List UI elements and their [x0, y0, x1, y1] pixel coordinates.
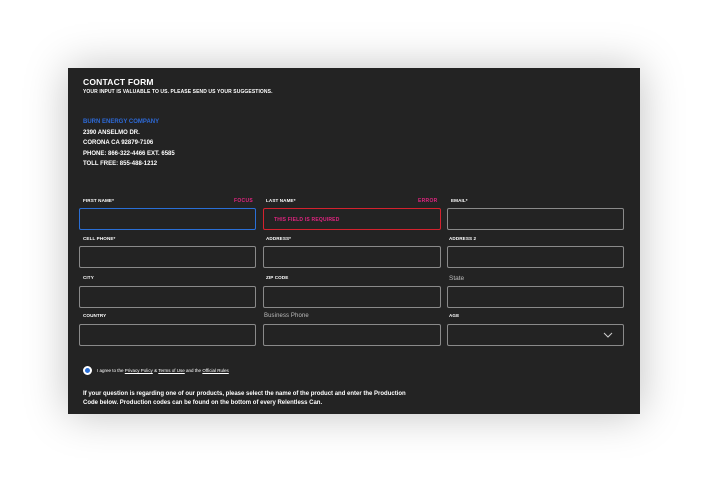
agree-checkbox[interactable] [83, 366, 92, 375]
cell-phone-label: CELL PHONE* [83, 236, 116, 241]
product-code-note: If your question is regarding one of our… [83, 391, 406, 406]
company-address-line1: 2390 ANSELMO DR. [83, 129, 140, 136]
chevron-down-icon [603, 332, 613, 338]
state-label: State [449, 275, 465, 282]
city-label: CITY [83, 275, 94, 280]
business-phone-field[interactable] [263, 324, 441, 346]
company-address-line2: CORONA CA 92879-7106 [83, 140, 154, 146]
agreement-prefix: I agree to the [97, 368, 124, 373]
address2-label: ADDRESS 2 [449, 236, 477, 241]
email-label: EMAIL* [451, 198, 468, 203]
company-phone: PHONE: 866-322-4466 EXT. 6585 [83, 150, 175, 157]
first-name-label: FIRST NAME* [83, 198, 114, 203]
business-phone-label: Business Phone [264, 313, 309, 319]
agreement-text: I agree to the Privacy Policy & Terms of… [97, 368, 229, 373]
zip-code-label: ZIP CODE [266, 275, 289, 280]
country-label: COUNTRY [83, 313, 107, 318]
focus-tag: FOCUS [234, 198, 253, 204]
first-name-field[interactable] [79, 208, 256, 230]
privacy-policy-link[interactable]: Privacy Policy [125, 368, 153, 373]
city-field[interactable] [79, 286, 256, 308]
company-info: BURN ENERGY COMPANY 2390 ANSELMO DR. COR… [83, 117, 175, 170]
last-name-label: LAST NAME* [266, 198, 296, 203]
country-field[interactable] [79, 324, 256, 346]
agreement-and: and the [186, 368, 202, 373]
company-name: BURN ENERGY COMPANY [83, 119, 160, 125]
address-field[interactable] [263, 246, 441, 268]
last-name-error-message: THIS FIELD IS REQUIRED [274, 217, 340, 223]
error-tag: ERROR [418, 198, 438, 204]
state-field[interactable] [447, 286, 624, 308]
page-title: CONTACT FORM [83, 77, 154, 87]
age-label: AGE [449, 313, 460, 318]
zip-code-field[interactable] [263, 286, 441, 308]
address-label: ADDRESS* [266, 236, 292, 241]
last-name-field[interactable]: THIS FIELD IS REQUIRED [263, 208, 441, 230]
age-select[interactable] [447, 324, 624, 346]
address2-field[interactable] [447, 246, 624, 268]
email-field[interactable] [447, 208, 624, 230]
terms-of-use-link[interactable]: Terms of Use [158, 368, 185, 373]
cell-phone-field[interactable] [79, 246, 256, 268]
official-rules-link[interactable]: Official Rules [202, 368, 228, 373]
contact-form-panel: CONTACT FORM YOUR INPUT IS VALUABLE TO U… [68, 68, 640, 414]
agreement-amp: & [154, 368, 158, 373]
company-tollfree: TOLL FREE: 855-488-1212 [83, 161, 158, 167]
page-subtitle: YOUR INPUT IS VALUABLE TO US. PLEASE SEN… [83, 89, 273, 95]
